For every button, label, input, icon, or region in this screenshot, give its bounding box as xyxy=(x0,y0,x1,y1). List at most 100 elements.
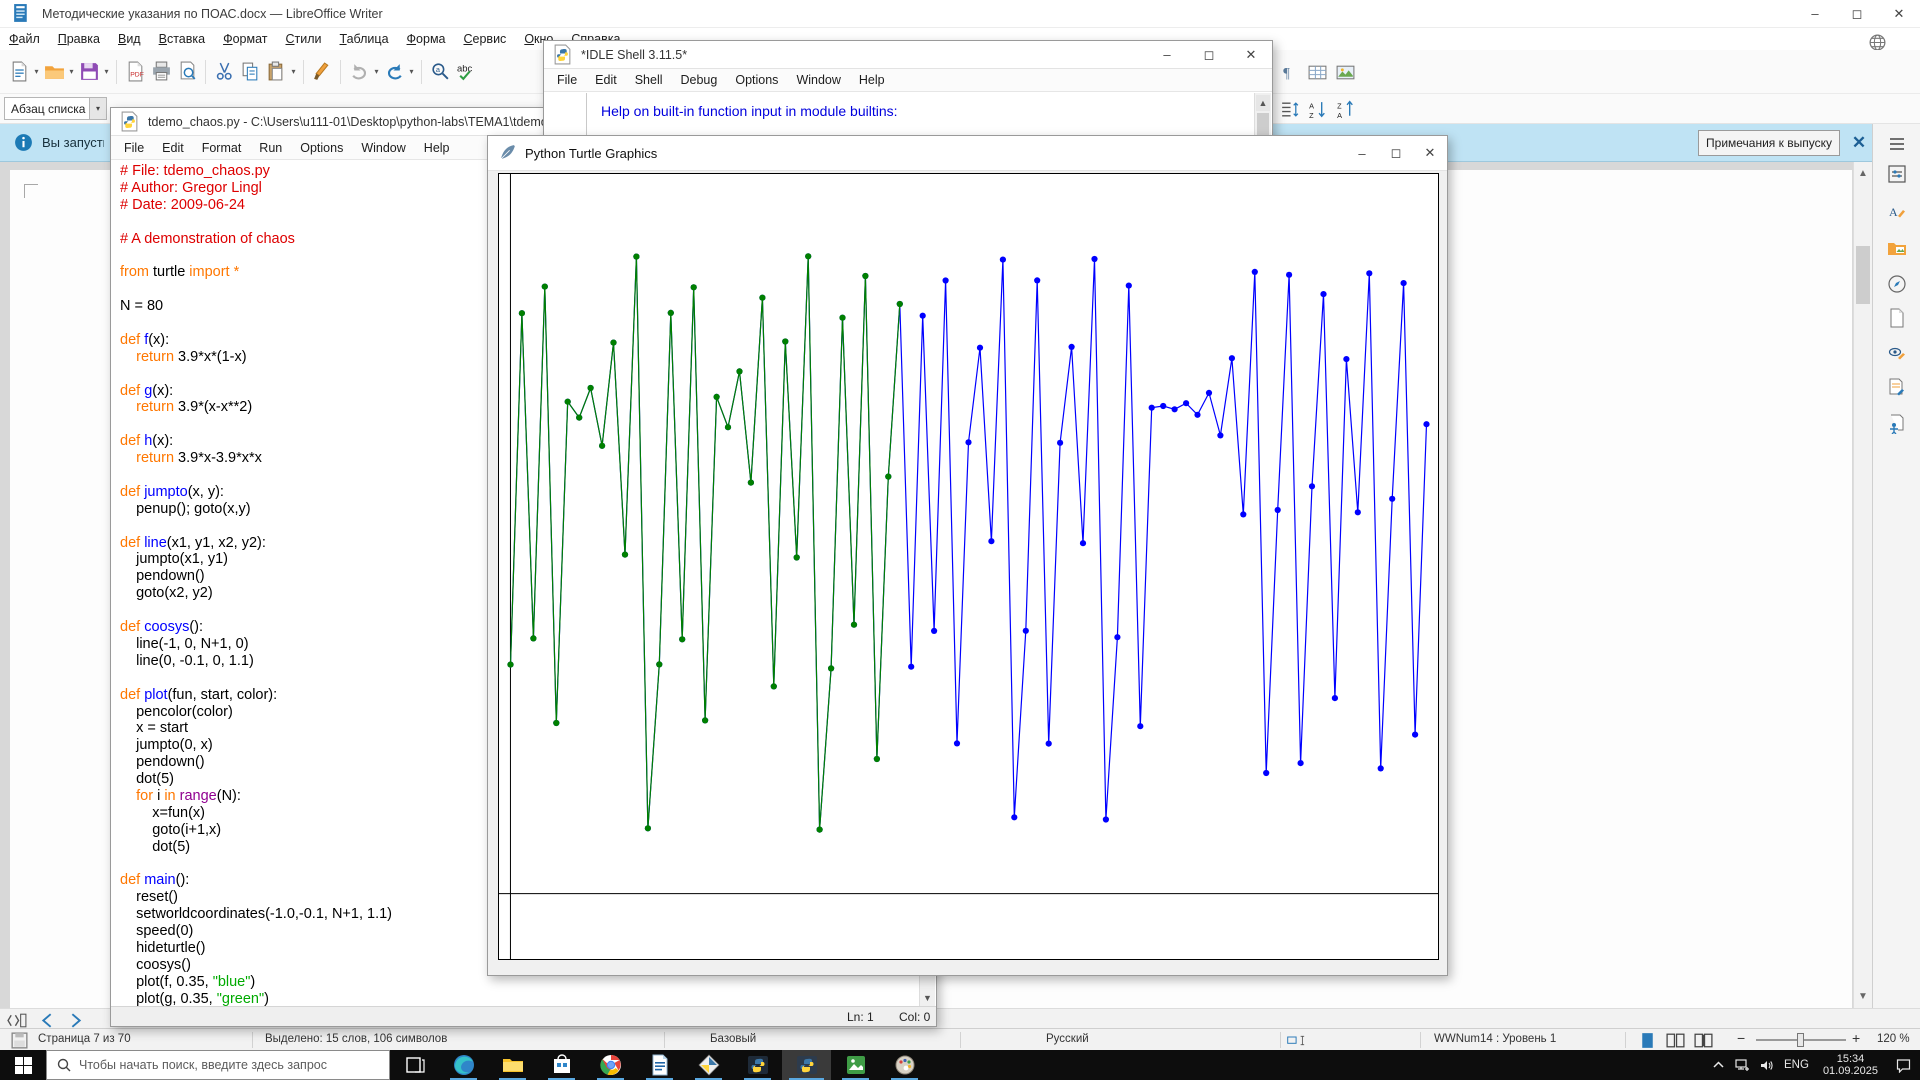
turtle-canvas[interactable] xyxy=(498,173,1439,960)
taskbar-app-python-active[interactable] xyxy=(782,1050,831,1080)
scroll-down-icon[interactable]: ▼ xyxy=(1858,991,1868,1002)
taskbar-app-store[interactable] xyxy=(537,1050,586,1080)
editor-scroll-down-icon[interactable]: ▼ xyxy=(920,989,935,1006)
idle-shell-output[interactable]: Help on built-in function input in modul… xyxy=(601,103,898,119)
sidebar-gallery-icon[interactable] xyxy=(1885,236,1909,260)
lo-menu-сервис[interactable]: Сервис xyxy=(455,30,516,48)
export-pdf-icon[interactable]: PDF xyxy=(122,59,148,85)
editor-menu-window[interactable]: Window xyxy=(352,138,414,158)
editor-menu-run[interactable]: Run xyxy=(250,138,291,158)
insert-table-icon[interactable] xyxy=(1304,59,1330,85)
editor-menu-options[interactable]: Options xyxy=(291,138,352,158)
release-notes-button[interactable]: Примечания к выпуску xyxy=(1698,130,1840,156)
sidebar-style-inspector-icon[interactable] xyxy=(1885,342,1909,366)
idle-menu-debug[interactable]: Debug xyxy=(672,70,727,90)
spellcheck-icon[interactable]: abc xyxy=(453,59,479,85)
sidebar-accessibility-icon[interactable] xyxy=(1885,412,1909,436)
idle-menu-edit[interactable]: Edit xyxy=(586,70,626,90)
taskbar-app-writer[interactable] xyxy=(635,1050,684,1080)
lo-menu-таблица[interactable]: Таблица xyxy=(331,30,398,48)
paragraph-style-combo[interactable]: Абзац списка xyxy=(4,97,90,120)
sidebar-settings-icon[interactable] xyxy=(1885,132,1909,156)
new-document-icon[interactable] xyxy=(6,59,32,85)
selection-count[interactable]: Выделено: 15 слов, 106 символов xyxy=(265,1033,447,1045)
keyboard-language[interactable]: ENG xyxy=(1778,1059,1815,1071)
list-level[interactable]: WWNum14 : Уровень 1 xyxy=(1434,1033,1556,1045)
copy-icon[interactable] xyxy=(237,59,263,85)
action-center-icon[interactable] xyxy=(1886,1050,1920,1080)
undo-dropdown[interactable]: ▾ xyxy=(372,59,381,85)
page-count[interactable]: Страница 7 из 70 xyxy=(38,1033,131,1045)
formatting-marks-icon[interactable]: ¶ xyxy=(1276,59,1302,85)
zoom-slider-handle[interactable] xyxy=(1797,1033,1804,1047)
save-icon[interactable] xyxy=(76,59,102,85)
print-preview-icon[interactable] xyxy=(174,59,200,85)
lo-menu-правка[interactable]: Правка xyxy=(49,30,109,48)
zoom-out-icon[interactable]: − xyxy=(1737,1030,1745,1046)
open-dropdown[interactable]: ▾ xyxy=(67,59,76,85)
lo-menu-вставка[interactable]: Вставка xyxy=(150,30,214,48)
clone-formatting-icon[interactable] xyxy=(309,59,335,85)
zoom-level[interactable]: 120 % xyxy=(1877,1033,1910,1045)
taskbar-app-paint[interactable] xyxy=(880,1050,929,1080)
lo-menu-формат[interactable]: Формат xyxy=(214,30,276,48)
open-icon[interactable] xyxy=(41,59,67,85)
idle-menu-options[interactable]: Options xyxy=(726,70,787,90)
save-dropdown[interactable]: ▾ xyxy=(102,59,111,85)
document-vertical-scrollbar[interactable]: ▲ ▼ xyxy=(1853,162,1872,1008)
sidebar-properties-icon[interactable] xyxy=(1885,162,1909,186)
idle-menu-help[interactable]: Help xyxy=(850,70,894,90)
editor-menu-format[interactable]: Format xyxy=(193,138,251,158)
idle-scroll-up-icon[interactable]: ▲ xyxy=(1256,95,1270,111)
taskbar-app-edge[interactable] xyxy=(439,1050,488,1080)
idle-menu-shell[interactable]: Shell xyxy=(626,70,672,90)
lo-minimize-button[interactable]: – xyxy=(1794,0,1836,27)
taskbar-app-file-explorer[interactable] xyxy=(488,1050,537,1080)
taskbar-app-python-console[interactable] xyxy=(733,1050,782,1080)
paste-icon[interactable] xyxy=(263,59,289,85)
task-view-button[interactable] xyxy=(390,1050,439,1080)
turtle-close-button[interactable]: ✕ xyxy=(1413,136,1447,170)
paragraph-style-dropdown[interactable]: ▾ xyxy=(90,97,107,120)
lo-menu-вид[interactable]: Вид xyxy=(109,30,150,48)
infobar-close-icon[interactable]: ✕ xyxy=(1848,131,1870,155)
volume-icon[interactable] xyxy=(1754,1050,1778,1080)
redo-dropdown[interactable]: ▾ xyxy=(407,59,416,85)
find-replace-icon[interactable]: a xyxy=(427,59,453,85)
start-button[interactable] xyxy=(0,1050,46,1080)
scrollbar-thumb[interactable] xyxy=(1856,246,1870,304)
network-icon[interactable] xyxy=(1730,1050,1754,1080)
sidebar-page-icon[interactable] xyxy=(1885,306,1909,330)
sidebar-navigator-icon[interactable] xyxy=(1885,272,1909,296)
clock[interactable]: 15:34 01.09.2025 xyxy=(1815,1053,1886,1077)
lo-maximize-button[interactable]: ◻ xyxy=(1836,0,1878,27)
sidebar-track-changes-icon[interactable] xyxy=(1885,376,1909,400)
editor-menu-file[interactable]: File xyxy=(115,138,153,158)
turtle-titlebar[interactable]: Python Turtle Graphics – ◻ ✕ xyxy=(488,136,1447,171)
editor-menu-edit[interactable]: Edit xyxy=(153,138,193,158)
line-spacing-icon[interactable] xyxy=(1276,96,1302,122)
taskbar-search-input[interactable]: Чтобы начать поиск, введите здесь запрос xyxy=(46,1050,390,1080)
idle-scrollbar[interactable]: ▲ xyxy=(1254,93,1271,139)
zoom-in-icon[interactable]: + xyxy=(1852,1030,1860,1046)
sort-ascending-icon[interactable]: AZ xyxy=(1304,96,1330,122)
paste-dropdown[interactable]: ▾ xyxy=(289,59,298,85)
scroll-up-icon[interactable]: ▲ xyxy=(1858,168,1868,179)
idle-titlebar[interactable]: *IDLE Shell 3.11.5* – ◻ ✕ xyxy=(544,41,1272,69)
tray-chevron-icon[interactable] xyxy=(1706,1050,1730,1080)
text-language[interactable]: Русский xyxy=(1046,1033,1089,1045)
cut-icon[interactable] xyxy=(211,59,237,85)
lo-close-button[interactable]: ✕ xyxy=(1878,0,1920,27)
turtle-maximize-button[interactable]: ◻ xyxy=(1379,136,1413,170)
undo-icon[interactable] xyxy=(346,59,372,85)
redo-icon[interactable] xyxy=(381,59,407,85)
page-style[interactable]: Базовый xyxy=(710,1033,756,1045)
lo-menu-форма[interactable]: Форма xyxy=(398,30,455,48)
idle-menu-file[interactable]: File xyxy=(548,70,586,90)
print-icon[interactable] xyxy=(148,59,174,85)
idle-close-button[interactable]: ✕ xyxy=(1230,41,1272,68)
new-document-dropdown[interactable]: ▾ xyxy=(32,59,41,85)
lo-menu-стили[interactable]: Стили xyxy=(277,30,331,48)
lo-menu-файл[interactable]: Файл xyxy=(0,30,49,48)
sidebar-styles-icon[interactable]: A xyxy=(1885,200,1909,224)
